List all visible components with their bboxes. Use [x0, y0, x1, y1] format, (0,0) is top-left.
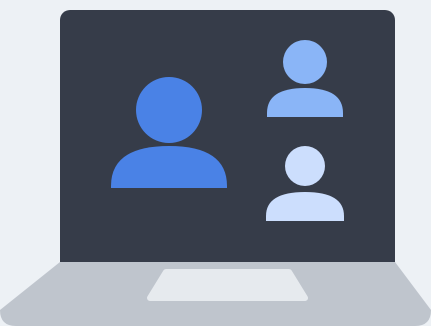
participant-bottom-head: [285, 146, 325, 186]
participant-top-head: [283, 40, 327, 84]
laptop-screen: [60, 10, 395, 272]
main-participant-head: [136, 77, 202, 143]
laptop-video-call-illustration: [0, 0, 431, 326]
laptop-trackpad: [147, 269, 308, 301]
